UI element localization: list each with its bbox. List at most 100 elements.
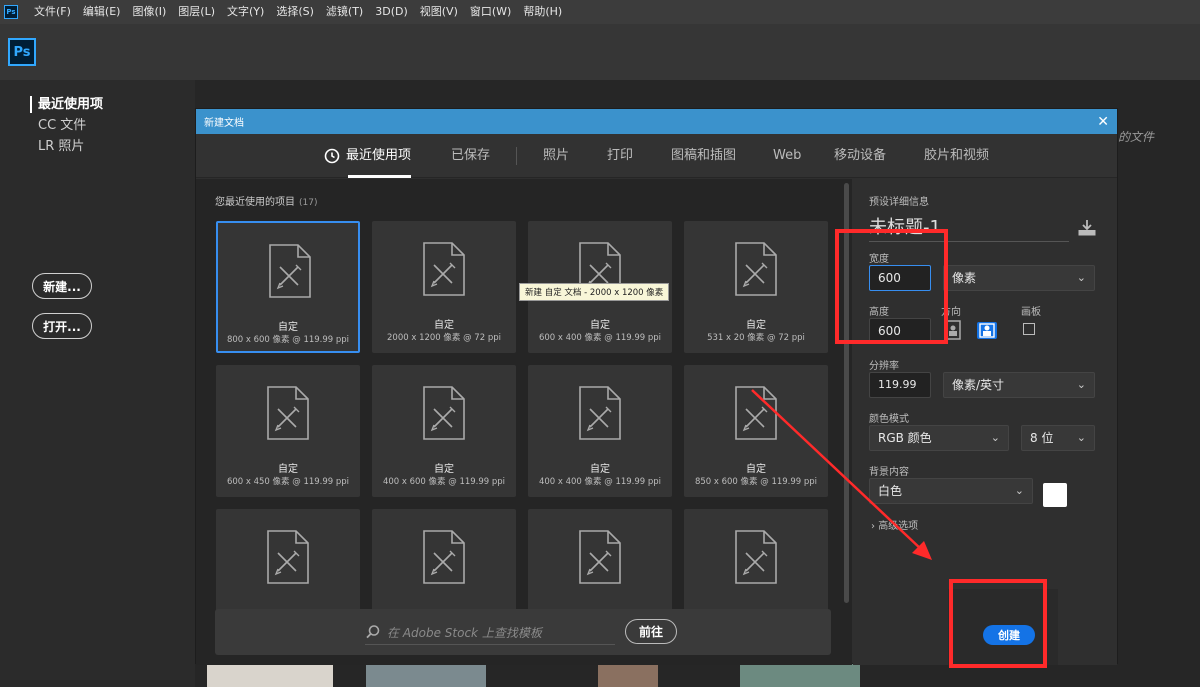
recent-tile[interactable]: 自定 400 x 600 像素 @ 119.99 ppi xyxy=(372,365,516,497)
artboard-checkbox[interactable] xyxy=(1023,323,1035,335)
tile-name: 自定 xyxy=(278,464,298,475)
menu-item[interactable]: 图像(I) xyxy=(126,0,172,24)
tab-recent-label: 最近使用项 xyxy=(346,148,412,163)
recent-tile[interactable]: 自定 400 x 400 像素 @ 119.99 ppi xyxy=(528,365,672,497)
document-icon xyxy=(734,529,778,585)
menu-item[interactable]: 图层(L) xyxy=(172,0,221,24)
tile-name: 自定 xyxy=(434,320,454,331)
tab-divider xyxy=(516,147,517,165)
bg-thumbnail xyxy=(207,664,333,687)
ps-app-icon: Ps xyxy=(4,5,18,19)
color-mode-value: RGB 颜色 xyxy=(878,431,932,445)
menu-item[interactable]: 文件(F) xyxy=(28,0,77,24)
tab-web[interactable]: Web xyxy=(773,134,801,178)
tile-name: 自定 xyxy=(278,322,298,333)
background-color-swatch[interactable] xyxy=(1043,483,1067,507)
tab-print[interactable]: 打印 xyxy=(607,134,633,178)
home-open-button[interactable]: 打开... xyxy=(32,313,92,339)
chevron-down-icon: ⌄ xyxy=(990,431,1000,444)
color-mode-label: 颜色模式 xyxy=(869,414,909,425)
annotation-box-size xyxy=(835,229,948,344)
menu-item[interactable]: 滤镜(T) xyxy=(320,0,369,24)
document-icon xyxy=(578,385,622,441)
landscape-orientation-icon[interactable] xyxy=(977,320,997,340)
bg-thumbnail xyxy=(740,664,860,687)
close-icon[interactable]: ✕ xyxy=(1097,114,1109,130)
dialog-titlebar: 新建文档 ✕ xyxy=(196,109,1117,134)
menu-item[interactable]: 帮助(H) xyxy=(517,0,568,24)
color-mode-select[interactable]: RGB 颜色 ⌄ xyxy=(869,425,1009,451)
tab-art-illustration[interactable]: 图稿和插图 xyxy=(671,134,736,178)
tab-photo[interactable]: 照片 xyxy=(543,134,569,178)
ps-logo: Ps xyxy=(8,38,36,66)
tile-name: 自定 xyxy=(434,464,454,475)
recent-tile[interactable]: 自定 850 x 600 像素 @ 119.99 ppi xyxy=(684,365,828,497)
recent-tile[interactable]: 自定 800 x 600 像素 @ 119.99 ppi xyxy=(216,221,360,353)
home-nav-cc-files[interactable]: CC 文件 xyxy=(30,117,103,134)
advanced-options-toggle[interactable]: › 高级选项 xyxy=(871,517,918,532)
home-left-panel xyxy=(0,80,195,687)
resolution-unit-select[interactable]: 像素/英寸 ⌄ xyxy=(943,372,1095,398)
search-underline xyxy=(365,644,615,645)
document-icon xyxy=(422,385,466,441)
tile-meta: 600 x 400 像素 @ 119.99 ppi xyxy=(538,333,662,343)
home-new-button[interactable]: 新建... xyxy=(32,273,92,299)
background-value: 白色 xyxy=(878,484,903,498)
preset-heading: 预设详细信息 xyxy=(869,197,929,208)
recent-heading: 您最近使用的项目 (17) xyxy=(215,193,317,208)
bit-depth-select[interactable]: 8 位 ⌄ xyxy=(1021,425,1095,451)
recent-tile[interactable]: 自定 531 x 20 像素 @ 72 ppi xyxy=(684,221,828,353)
stock-search-input[interactable]: 在 Adobe Stock 上查找模板 xyxy=(387,624,542,641)
resolution-label: 分辨率 xyxy=(869,361,899,372)
options-bar: Ps xyxy=(0,24,1200,80)
tile-meta: 600 x 450 像素 @ 119.99 ppi xyxy=(226,477,350,487)
home-nav-recent[interactable]: 最近使用项 xyxy=(30,96,103,113)
save-preset-icon[interactable] xyxy=(1077,219,1097,237)
document-icon xyxy=(268,243,312,299)
go-button[interactable]: 前往 xyxy=(625,619,677,644)
tab-saved[interactable]: 已保存 xyxy=(451,134,490,178)
recent-tile[interactable]: 自定 2000 x 1200 像素 @ 72 ppi xyxy=(372,221,516,353)
search-icon xyxy=(366,625,380,639)
advanced-options-label: 高级选项 xyxy=(878,521,919,532)
document-icon xyxy=(266,529,310,585)
bg-thumbnail xyxy=(366,664,486,687)
artboard-label: 画板 xyxy=(1021,307,1041,318)
resolution-input[interactable]: 119.99 xyxy=(869,372,931,398)
tile-tooltip: 新建 自定 文档 - 2000 x 1200 像素 xyxy=(519,283,670,301)
document-icon xyxy=(734,241,778,297)
background-select[interactable]: 白色 ⌄ xyxy=(869,478,1033,504)
menu-item[interactable]: 3D(D) xyxy=(369,0,414,24)
stock-search-bar: 在 Adobe Stock 上查找模板 前往 xyxy=(215,609,831,655)
chevron-down-icon: ⌄ xyxy=(1076,271,1086,284)
document-icon xyxy=(578,529,622,585)
chevron-down-icon: ⌄ xyxy=(1076,431,1086,444)
menu-item[interactable]: 编辑(E) xyxy=(77,0,127,24)
tile-meta: 400 x 600 像素 @ 119.99 ppi xyxy=(382,477,506,487)
tile-meta: 850 x 600 像素 @ 119.99 ppi xyxy=(694,477,818,487)
width-unit-value: 像素 xyxy=(952,271,977,285)
annotation-box-create xyxy=(949,579,1047,668)
bg-recent-files-label: 的文件 xyxy=(1118,130,1155,144)
recent-tile[interactable]: 自定 600 x 450 像素 @ 119.99 ppi xyxy=(216,365,360,497)
menu-item[interactable]: 窗口(W) xyxy=(464,0,517,24)
home-nav-lr-photos[interactable]: LR 照片 xyxy=(30,138,103,155)
tab-recent[interactable]: 最近使用项 xyxy=(324,134,412,178)
menu-item[interactable]: 选择(S) xyxy=(270,0,320,24)
recent-count: (17) xyxy=(299,198,318,208)
recent-items-pane: 您最近使用的项目 (17) 自定 800 x 600 像素 @ 119.99 ppi… xyxy=(196,179,852,665)
document-icon xyxy=(266,385,310,441)
document-icon xyxy=(422,241,466,297)
tile-name: 自定 xyxy=(590,464,610,475)
home-nav: 最近使用项 CC 文件 LR 照片 xyxy=(30,96,103,159)
tile-meta: 531 x 20 像素 @ 72 ppi xyxy=(707,333,805,343)
width-unit-select[interactable]: 像素 ⌄ xyxy=(943,265,1095,291)
chevron-right-icon: › xyxy=(871,521,875,532)
menu-item[interactable]: 视图(V) xyxy=(414,0,464,24)
background-label: 背景内容 xyxy=(869,467,909,478)
menu-items: 文件(F) 编辑(E) 图像(I) 图层(L) 文字(Y) 选择(S) 滤镜(T) 3D(D)… xyxy=(28,0,568,24)
menu-item[interactable]: 文字(Y) xyxy=(221,0,270,24)
bit-depth-value: 8 位 xyxy=(1030,431,1054,445)
tab-mobile[interactable]: 移动设备 xyxy=(834,134,886,178)
tab-film-video[interactable]: 胶片和视频 xyxy=(924,134,989,178)
